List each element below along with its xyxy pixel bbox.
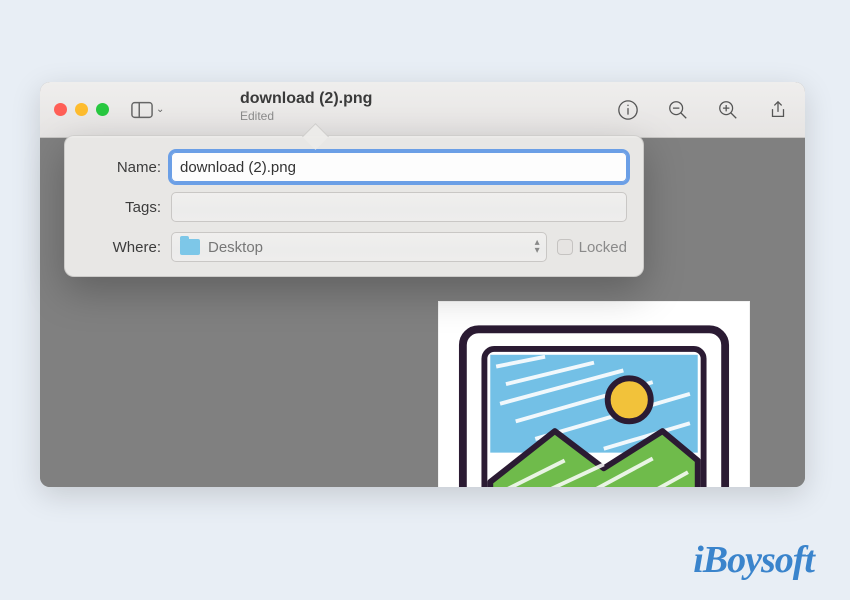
where-value: Desktop <box>208 239 263 256</box>
tags-input[interactable] <box>171 192 627 222</box>
window-subtitle: Edited <box>240 110 372 123</box>
tags-label: Tags: <box>81 199 161 216</box>
sidebar-toggle-button[interactable]: ⌄ <box>131 101 164 119</box>
info-icon <box>617 99 639 121</box>
rename-popover: Name: Tags: Where: Desktop ▴▾ Locked <box>64 135 644 277</box>
name-row: Name: <box>81 152 627 182</box>
title-stack[interactable]: download (2).png Edited <box>240 90 372 123</box>
preview-image <box>438 301 750 487</box>
window-zoom-button[interactable] <box>96 103 109 116</box>
chevron-down-icon: ⌄ <box>156 104 164 115</box>
updown-icon: ▴▾ <box>535 239 540 255</box>
zoom-out-button[interactable] <box>665 97 691 123</box>
info-button[interactable] <box>615 97 641 123</box>
titlebar: ⌄ download (2).png Edited <box>40 82 805 138</box>
watermark-logo: iBoysoft <box>693 538 814 582</box>
locked-checkbox[interactable] <box>557 239 573 255</box>
zoom-in-icon <box>717 99 739 121</box>
name-label: Name: <box>81 159 161 176</box>
panel-icon <box>131 101 153 119</box>
toolbar-right <box>615 97 791 123</box>
where-row: Where: Desktop ▴▾ Locked <box>81 232 627 262</box>
name-input[interactable] <box>171 152 627 182</box>
traffic-lights <box>54 103 109 116</box>
zoom-in-button[interactable] <box>715 97 741 123</box>
locked-group: Locked <box>557 239 627 256</box>
picture-sketch-icon <box>457 320 731 487</box>
window-minimize-button[interactable] <box>75 103 88 116</box>
share-button[interactable] <box>765 97 791 123</box>
share-icon <box>767 99 789 121</box>
window-close-button[interactable] <box>54 103 67 116</box>
window-title: download (2).png <box>240 90 372 108</box>
locked-label: Locked <box>579 239 627 256</box>
where-label: Where: <box>81 239 161 256</box>
folder-icon <box>180 239 200 255</box>
tags-row: Tags: <box>81 192 627 222</box>
zoom-out-icon <box>667 99 689 121</box>
where-select[interactable]: Desktop ▴▾ <box>171 232 547 262</box>
